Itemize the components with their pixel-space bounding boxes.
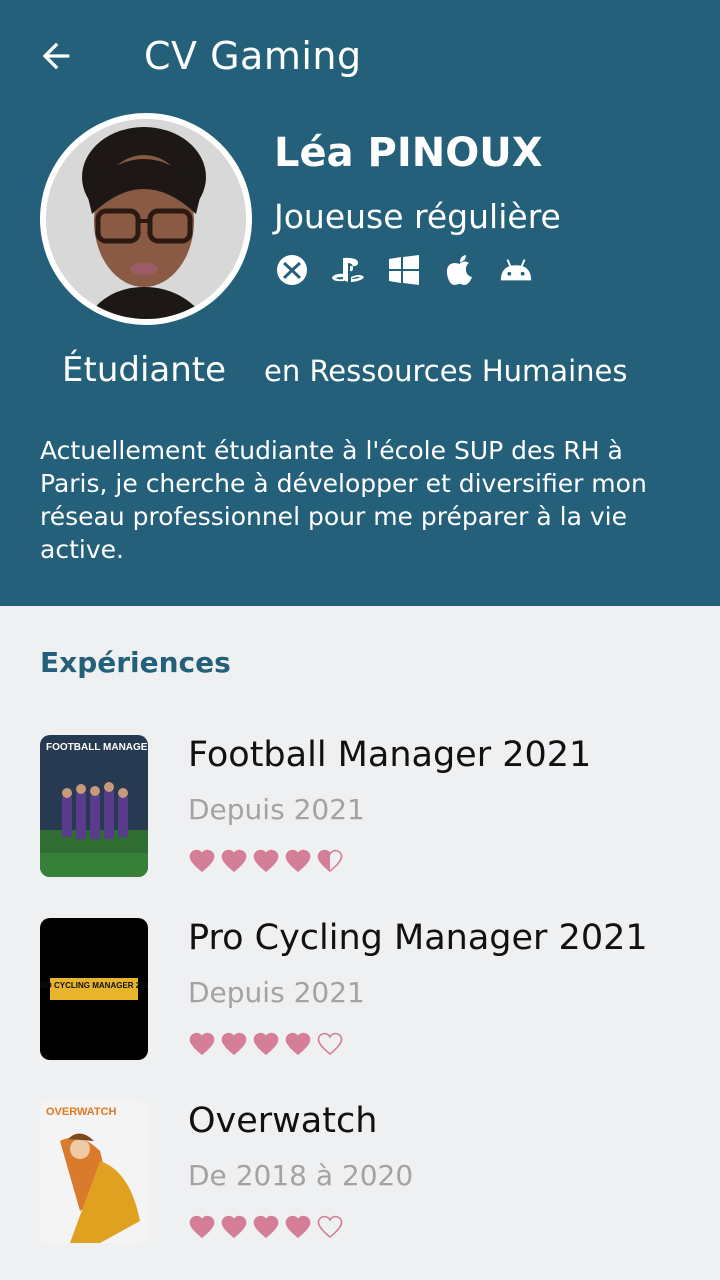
arrow-left-icon <box>42 42 70 70</box>
cover-text: FOOTBALL MANAGER 2021 <box>46 742 148 753</box>
heart-icon-full <box>220 1213 248 1239</box>
cover-text: OVERWATCH <box>46 1106 117 1118</box>
experiences-title: Expériences <box>40 646 231 679</box>
heart-icon-empty <box>316 1030 344 1056</box>
app-title: CV Gaming <box>144 34 362 78</box>
heart-icon-full <box>284 847 312 873</box>
heart-icon-full <box>252 1213 280 1239</box>
person-portrait-icon <box>46 119 246 319</box>
platform-icons <box>274 252 534 288</box>
heart-icon-full <box>284 1213 312 1239</box>
experience-item[interactable]: OVERWATCH Overwatch De 2018 à 2020 <box>40 1101 680 1245</box>
profile-name: Léa PINOUX <box>274 130 543 176</box>
profile-field: en Ressources Humaines <box>264 354 628 388</box>
experience-period: Depuis 2021 <box>188 793 365 826</box>
heart-icon-half <box>316 847 344 873</box>
rating-hearts <box>188 1030 344 1056</box>
heart-icon-empty <box>316 1213 344 1239</box>
experience-item[interactable]: FOOTBALL MANAGER 2021 Football Manager 2… <box>40 735 680 879</box>
apple-icon <box>442 252 478 288</box>
heart-icon-full <box>252 847 280 873</box>
heart-icon-full <box>188 1213 216 1239</box>
heart-icon-full <box>220 1030 248 1056</box>
experience-title: Football Manager 2021 <box>188 735 592 775</box>
xbox-icon <box>274 252 310 288</box>
profile-header: CV Gaming Léa PINOUX Joueuse régulière É… <box>0 0 720 606</box>
windows-icon <box>386 252 422 288</box>
experience-title: Pro Cycling Manager 2021 <box>188 918 648 958</box>
experience-period: De 2018 à 2020 <box>188 1159 414 1192</box>
android-icon <box>498 252 534 288</box>
experience-item[interactable]: PRO CYCLING MANAGER 2021 Pro Cycling Man… <box>40 918 680 1062</box>
playstation-icon <box>330 252 366 288</box>
avatar-photo <box>46 119 246 319</box>
gamer-level: Joueuse régulière <box>274 197 561 236</box>
avatar <box>40 113 252 325</box>
cover-text: PRO CYCLING MANAGER 2021 <box>40 981 148 990</box>
profile-bio: Actuellement étudiante à l'école SUP des… <box>40 436 647 564</box>
top-app-bar: CV Gaming <box>0 0 720 112</box>
heart-icon-full <box>188 1030 216 1056</box>
game-cover-overwatch: OVERWATCH <box>40 1101 148 1243</box>
experience-period: Depuis 2021 <box>188 976 365 1009</box>
profile-status: Étudiante <box>62 350 227 390</box>
rating-hearts <box>188 847 344 873</box>
heart-icon-full <box>220 847 248 873</box>
heart-icon-full <box>284 1030 312 1056</box>
experience-title: Overwatch <box>188 1101 378 1141</box>
game-cover-pro-cycling-manager: PRO CYCLING MANAGER 2021 <box>40 918 148 1060</box>
heart-icon-full <box>252 1030 280 1056</box>
game-cover-football-manager: FOOTBALL MANAGER 2021 <box>40 735 148 877</box>
heart-icon-full <box>188 847 216 873</box>
back-button[interactable] <box>34 34 78 78</box>
rating-hearts <box>188 1213 344 1239</box>
